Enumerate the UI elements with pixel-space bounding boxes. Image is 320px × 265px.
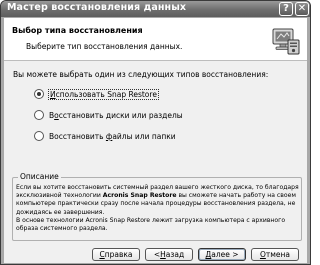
wizard-computer-icon [272, 28, 300, 55]
radio-icon[interactable] [34, 110, 44, 120]
help-button[interactable]: Справка [92, 248, 140, 261]
page-title: Выбор типа восстановления [12, 26, 143, 35]
radio-selected-icon[interactable] [34, 89, 44, 99]
description-legend: Описание [18, 172, 61, 181]
option-label[interactable]: Восстановить файлы или папки [49, 132, 176, 141]
description-line: дожидаясь ее завершения. [16, 208, 105, 216]
title-bar[interactable]: Мастер восстановления данных ? ✕ [1, 1, 310, 17]
option-restore-disks[interactable]: Восстановить диски или разделы [34, 109, 183, 121]
description-group: Описание Если вы хотите восстановить сис… [12, 172, 302, 241]
description-line: В основе технологии Acronis Snap Restore… [16, 216, 286, 224]
option-snap-restore[interactable]: Использовать Snap Restore [34, 88, 159, 100]
help-title-button[interactable]: ? [279, 2, 293, 16]
option-label[interactable]: Восстановить диски или разделы [49, 111, 183, 120]
description-text: Если вы хотите восстановить системный ра… [16, 184, 300, 233]
cancel-button[interactable]: Отмена [251, 248, 299, 261]
description-line: компьютере практически сразу после начал… [16, 200, 296, 208]
options-prompt: Вы можете выбрать один из следующих типо… [13, 70, 269, 79]
option-restore-files[interactable]: Восстановить файлы или папки [34, 130, 176, 142]
option-label[interactable]: Использовать Snap Restore [48, 88, 159, 100]
radio-icon[interactable] [34, 131, 44, 141]
page-subtitle: Выберите тип восстановления данных. [26, 42, 183, 51]
wizard-window: Мастер восстановления данных ? ✕ Выбор т… [0, 0, 311, 265]
window-title: Мастер восстановления данных [7, 2, 187, 13]
wizard-body: Выбор типа восстановления Выберите тип в… [4, 18, 307, 263]
description-line: Если вы хотите восстановить системный ра… [16, 184, 299, 191]
description-line: эксклюзивной технологии Acronis Snap Res… [16, 192, 296, 200]
close-button[interactable]: ✕ [295, 2, 309, 16]
back-button[interactable]: < Назад [145, 248, 193, 261]
description-line: образа системного раздела. [16, 225, 108, 233]
wizard-header: Выбор типа восстановления Выберите тип в… [4, 18, 307, 61]
next-button[interactable]: Далее > [198, 248, 246, 261]
